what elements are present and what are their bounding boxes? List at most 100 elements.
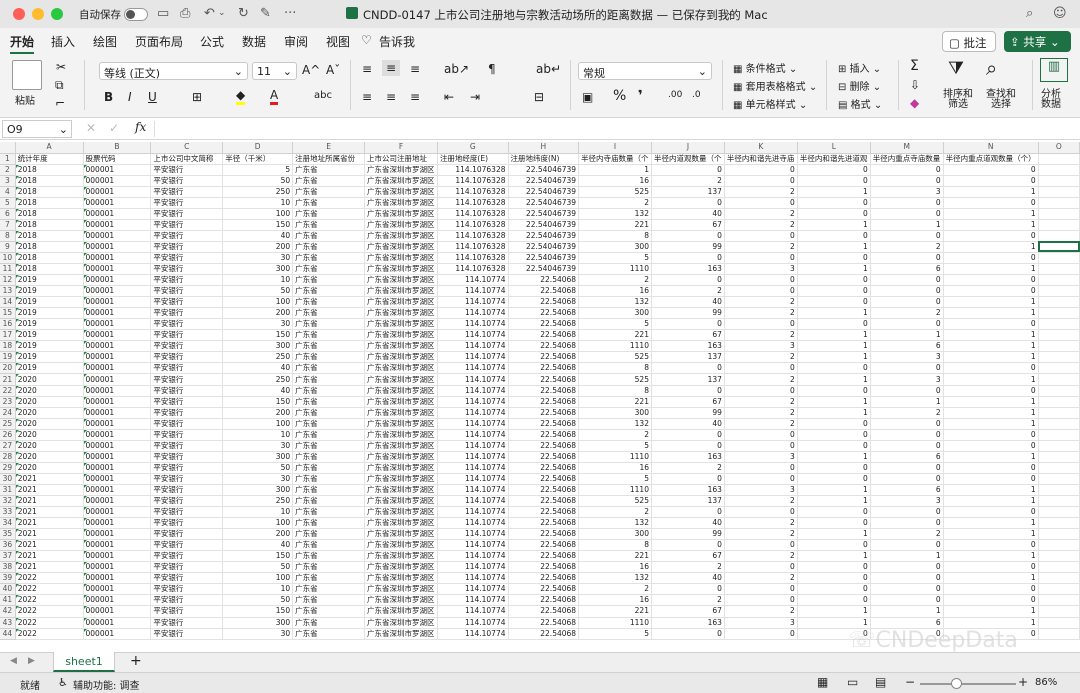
- format-cells-button[interactable]: ▤ 格式 ⌄: [838, 96, 882, 111]
- cell[interactable]: 000001: [83, 263, 152, 276]
- row-number[interactable]: 29: [0, 462, 16, 474]
- cell[interactable]: 40: [222, 539, 294, 552]
- cell[interactable]: 1: [797, 528, 871, 541]
- cell[interactable]: 114.10774: [437, 517, 509, 530]
- cell[interactable]: 114.1076328: [437, 208, 509, 220]
- cell[interactable]: 2018: [15, 197, 84, 209]
- cell[interactable]: 广东省深圳市罗湖区: [364, 252, 438, 265]
- cell[interactable]: 0: [870, 164, 944, 176]
- column-header[interactable]: B: [83, 142, 152, 154]
- cell[interactable]: 163: [651, 484, 725, 497]
- cell[interactable]: 1: [870, 219, 944, 231]
- cell[interactable]: 0: [870, 385, 944, 397]
- cell[interactable]: 0: [797, 539, 871, 552]
- row-number[interactable]: 2: [0, 164, 16, 176]
- tab-review[interactable]: 审阅: [284, 33, 308, 50]
- row-number[interactable]: 9: [0, 241, 16, 253]
- cell[interactable]: 平安银行: [150, 484, 224, 497]
- cell[interactable]: 2020: [15, 429, 84, 441]
- row-number[interactable]: 34: [0, 517, 16, 530]
- cell[interactable]: [1038, 539, 1080, 552]
- cell[interactable]: 114.10774: [437, 495, 509, 508]
- cell[interactable]: 0: [651, 583, 725, 596]
- tab-home[interactable]: 开始: [10, 33, 35, 54]
- cell[interactable]: 30: [222, 440, 294, 452]
- cell[interactable]: 22.54068: [508, 572, 580, 585]
- cell[interactable]: 平安银行: [150, 263, 224, 276]
- cell[interactable]: 1110: [578, 617, 652, 629]
- analyze-data-icon[interactable]: ▥: [1040, 58, 1068, 82]
- cell[interactable]: 广东省深圳市罗湖区: [364, 329, 438, 342]
- cell[interactable]: [1038, 362, 1080, 375]
- cell[interactable]: 114.10774: [437, 351, 509, 364]
- cell[interactable]: 广东省深圳市罗湖区: [364, 605, 438, 618]
- cell[interactable]: 100: [222, 517, 294, 530]
- cell[interactable]: 广东省: [292, 340, 366, 353]
- cell[interactable]: 3: [870, 495, 944, 508]
- find-select-icon[interactable]: ⌕: [986, 56, 997, 80]
- cell[interactable]: 1: [797, 340, 871, 353]
- cell[interactable]: 广东省: [292, 539, 366, 552]
- cell[interactable]: 6: [870, 617, 944, 629]
- cell-table[interactable]: ABCDEFGHIJKLMNO 1 统计年度 股票代码 上市公司中文简称 半径（千米）注…: [0, 142, 1080, 640]
- tab-view[interactable]: 视图: [326, 33, 350, 50]
- tab-draw[interactable]: 绘图: [93, 33, 117, 50]
- cell[interactable]: 广东省: [292, 528, 366, 541]
- cell[interactable]: 22.54068: [508, 495, 580, 508]
- row-number[interactable]: 30: [0, 473, 16, 485]
- row-number[interactable]: 37: [0, 550, 16, 563]
- cell[interactable]: 平安银行: [150, 340, 224, 353]
- cell[interactable]: 0: [797, 572, 871, 585]
- cell[interactable]: 50: [222, 285, 294, 298]
- cell[interactable]: 22.54046739: [508, 219, 580, 231]
- cell[interactable]: 114.10774: [437, 605, 509, 618]
- cell[interactable]: 广东省: [292, 329, 366, 342]
- align-left-icon[interactable]: ≡: [362, 90, 372, 104]
- cell[interactable]: 22.54068: [508, 296, 580, 309]
- row-number[interactable]: 42: [0, 605, 16, 618]
- cell[interactable]: 广东省深圳市罗湖区: [364, 263, 438, 276]
- comma-icon[interactable]: ❜: [638, 88, 643, 104]
- sheet-tab[interactable]: sheet1: [53, 652, 115, 672]
- cell[interactable]: 22.54068: [508, 407, 580, 419]
- cell[interactable]: 0: [943, 164, 1039, 176]
- cell[interactable]: 3: [724, 451, 798, 463]
- cell[interactable]: 163: [651, 340, 725, 353]
- cell[interactable]: 50: [222, 462, 294, 474]
- cell[interactable]: 67: [651, 550, 725, 563]
- font-name-select[interactable]: 等线 (正文) ⌄: [99, 62, 248, 80]
- cell[interactable]: [1038, 473, 1080, 485]
- cell[interactable]: 平安银行: [150, 473, 224, 485]
- cell[interactable]: 1: [797, 219, 871, 231]
- cell[interactable]: 114.10774: [437, 583, 509, 596]
- cell[interactable]: 22.54068: [508, 318, 580, 331]
- cell[interactable]: 2: [724, 373, 798, 386]
- cell[interactable]: 2020: [15, 440, 84, 452]
- cell[interactable]: 0: [870, 506, 944, 519]
- row-number[interactable]: 44: [0, 628, 16, 640]
- cell[interactable]: 广东省: [292, 351, 366, 364]
- cell[interactable]: 1: [943, 373, 1039, 386]
- cell[interactable]: 0: [797, 473, 871, 485]
- cell[interactable]: 22.54068: [508, 550, 580, 563]
- cell[interactable]: 22.54068: [508, 594, 580, 607]
- cell[interactable]: 2021: [15, 539, 84, 552]
- cell[interactable]: 000001: [83, 583, 152, 596]
- cell[interactable]: 114.1076328: [437, 197, 509, 209]
- cell[interactable]: 250: [222, 186, 294, 198]
- cell[interactable]: 22.54068: [508, 605, 580, 618]
- cell[interactable]: 2: [651, 561, 725, 574]
- cell[interactable]: 114.10774: [437, 285, 509, 298]
- cell[interactable]: 114.1076328: [437, 186, 509, 198]
- cell[interactable]: 广东省深圳市罗湖区: [364, 373, 438, 386]
- format-painter-icon[interactable]: ⌐: [55, 96, 65, 110]
- cell[interactable]: 100: [222, 208, 294, 220]
- italic-button[interactable]: I: [128, 90, 132, 104]
- cell[interactable]: 平安银行: [150, 407, 224, 419]
- cell[interactable]: 2: [724, 396, 798, 408]
- cell[interactable]: 000001: [83, 373, 152, 386]
- cell[interactable]: 137: [651, 351, 725, 364]
- cell[interactable]: 22.54046739: [508, 263, 580, 276]
- scroll-left-icon[interactable]: ◀: [10, 656, 17, 666]
- cell[interactable]: 2: [724, 307, 798, 320]
